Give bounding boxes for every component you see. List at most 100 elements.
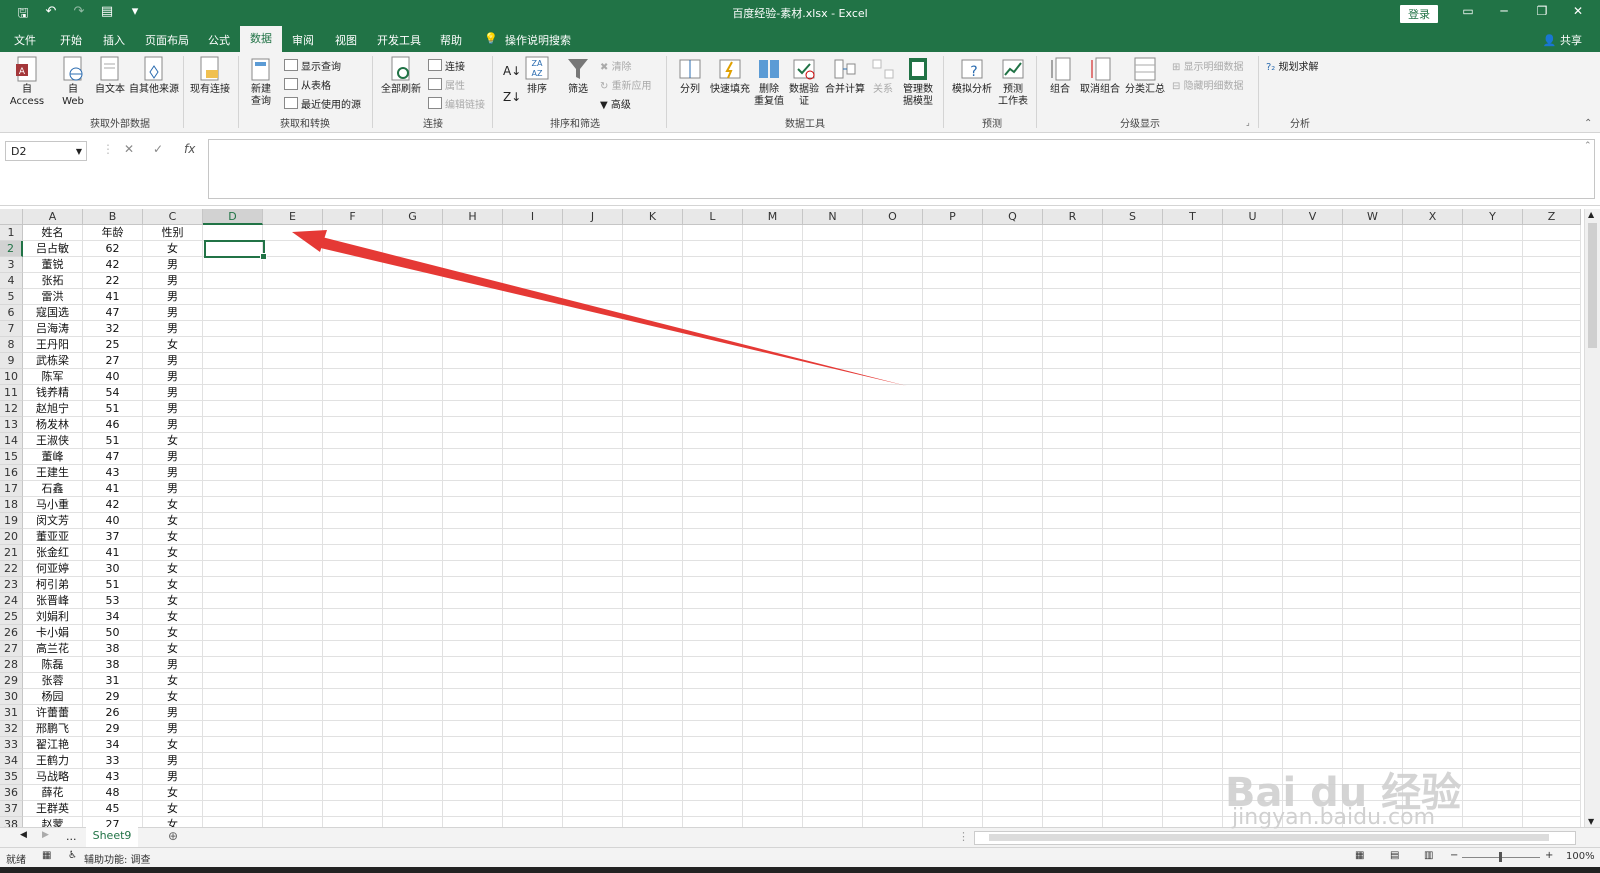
cell-f37[interactable] bbox=[323, 801, 383, 817]
cell-z27[interactable] bbox=[1523, 641, 1581, 657]
cell-p5[interactable] bbox=[923, 289, 983, 305]
cell-a17[interactable]: 石鑫 bbox=[23, 481, 83, 497]
cell-v8[interactable] bbox=[1283, 337, 1343, 353]
cell-v1[interactable] bbox=[1283, 225, 1343, 241]
cell-s22[interactable] bbox=[1103, 561, 1163, 577]
cell-g16[interactable] bbox=[383, 465, 443, 481]
cell-k24[interactable] bbox=[623, 593, 683, 609]
cell-s2[interactable] bbox=[1103, 241, 1163, 257]
cell-d29[interactable] bbox=[203, 673, 263, 689]
cell-o37[interactable] bbox=[863, 801, 923, 817]
text-to-columns-button[interactable]: 分列 bbox=[676, 56, 704, 96]
cell-d25[interactable] bbox=[203, 609, 263, 625]
cell-z11[interactable] bbox=[1523, 385, 1581, 401]
cell-v31[interactable] bbox=[1283, 705, 1343, 721]
cell-p17[interactable] bbox=[923, 481, 983, 497]
cell-s5[interactable] bbox=[1103, 289, 1163, 305]
cell-z9[interactable] bbox=[1523, 353, 1581, 369]
cell-o35[interactable] bbox=[863, 769, 923, 785]
cell-u28[interactable] bbox=[1223, 657, 1283, 673]
cell-m5[interactable] bbox=[743, 289, 803, 305]
cell-i4[interactable] bbox=[503, 273, 563, 289]
cell-z14[interactable] bbox=[1523, 433, 1581, 449]
cell-n29[interactable] bbox=[803, 673, 863, 689]
cell-a24[interactable]: 张晋峰 bbox=[23, 593, 83, 609]
formula-input[interactable] bbox=[208, 139, 1595, 199]
cell-k3[interactable] bbox=[623, 257, 683, 273]
cell-z37[interactable] bbox=[1523, 801, 1581, 817]
cell-a19[interactable]: 闵文芳 bbox=[23, 513, 83, 529]
cell-s12[interactable] bbox=[1103, 401, 1163, 417]
cell-j3[interactable] bbox=[563, 257, 623, 273]
horizontal-scrollbar[interactable] bbox=[974, 831, 1576, 845]
cell-c18[interactable]: 女 bbox=[143, 497, 203, 513]
cell-p36[interactable] bbox=[923, 785, 983, 801]
cell-i35[interactable] bbox=[503, 769, 563, 785]
cell-c11[interactable]: 男 bbox=[143, 385, 203, 401]
page-break-view-icon[interactable]: ▥ bbox=[1424, 850, 1433, 861]
share-button[interactable]: 👤 共享 bbox=[1543, 32, 1582, 48]
cell-t10[interactable] bbox=[1163, 369, 1223, 385]
cell-g34[interactable] bbox=[383, 753, 443, 769]
cell-m6[interactable] bbox=[743, 305, 803, 321]
column-header-q[interactable]: Q bbox=[983, 209, 1043, 225]
cell-b12[interactable]: 51 bbox=[83, 401, 143, 417]
scroll-down-icon[interactable]: ▼ bbox=[1588, 817, 1594, 826]
cell-x16[interactable] bbox=[1403, 465, 1463, 481]
cell-z13[interactable] bbox=[1523, 417, 1581, 433]
cell-r37[interactable] bbox=[1043, 801, 1103, 817]
cell-j15[interactable] bbox=[563, 449, 623, 465]
cell-m14[interactable] bbox=[743, 433, 803, 449]
cell-z1[interactable] bbox=[1523, 225, 1581, 241]
cell-y20[interactable] bbox=[1463, 529, 1523, 545]
row-header[interactable]: 13 bbox=[0, 417, 23, 433]
cell-n2[interactable] bbox=[803, 241, 863, 257]
cell-m24[interactable] bbox=[743, 593, 803, 609]
cell-u1[interactable] bbox=[1223, 225, 1283, 241]
zoom-slider-handle[interactable] bbox=[1499, 852, 1502, 862]
cell-u2[interactable] bbox=[1223, 241, 1283, 257]
cell-m13[interactable] bbox=[743, 417, 803, 433]
cell-q31[interactable] bbox=[983, 705, 1043, 721]
cell-x18[interactable] bbox=[1403, 497, 1463, 513]
enter-icon[interactable]: ✓ bbox=[153, 142, 163, 156]
cell-c25[interactable]: 女 bbox=[143, 609, 203, 625]
cell-l8[interactable] bbox=[683, 337, 743, 353]
cell-x15[interactable] bbox=[1403, 449, 1463, 465]
cell-f6[interactable] bbox=[323, 305, 383, 321]
cell-f13[interactable] bbox=[323, 417, 383, 433]
from-web-button[interactable]: 自 Web bbox=[60, 56, 86, 108]
cell-t7[interactable] bbox=[1163, 321, 1223, 337]
cell-t32[interactable] bbox=[1163, 721, 1223, 737]
cell-k31[interactable] bbox=[623, 705, 683, 721]
cell-t18[interactable] bbox=[1163, 497, 1223, 513]
cell-f30[interactable] bbox=[323, 689, 383, 705]
cell-a10[interactable]: 陈军 bbox=[23, 369, 83, 385]
cell-a7[interactable]: 吕海涛 bbox=[23, 321, 83, 337]
collapse-ribbon-icon[interactable]: ⌃ bbox=[1584, 118, 1592, 129]
tab-developer[interactable]: 开发工具 bbox=[377, 32, 421, 48]
cell-a25[interactable]: 刘娟利 bbox=[23, 609, 83, 625]
cell-e31[interactable] bbox=[263, 705, 323, 721]
cell-u6[interactable] bbox=[1223, 305, 1283, 321]
cell-u29[interactable] bbox=[1223, 673, 1283, 689]
cell-i21[interactable] bbox=[503, 545, 563, 561]
cell-o12[interactable] bbox=[863, 401, 923, 417]
row-header[interactable]: 5 bbox=[0, 289, 23, 305]
cell-w26[interactable] bbox=[1343, 625, 1403, 641]
row-header[interactable]: 25 bbox=[0, 609, 23, 625]
cell-r7[interactable] bbox=[1043, 321, 1103, 337]
cell-h34[interactable] bbox=[443, 753, 503, 769]
cell-o33[interactable] bbox=[863, 737, 923, 753]
cell-e20[interactable] bbox=[263, 529, 323, 545]
row-header[interactable]: 32 bbox=[0, 721, 23, 737]
cell-k16[interactable] bbox=[623, 465, 683, 481]
cell-w10[interactable] bbox=[1343, 369, 1403, 385]
cell-h28[interactable] bbox=[443, 657, 503, 673]
cell-j1[interactable] bbox=[563, 225, 623, 241]
cell-a32[interactable]: 邢鹏飞 bbox=[23, 721, 83, 737]
cell-b11[interactable]: 54 bbox=[83, 385, 143, 401]
cell-k21[interactable] bbox=[623, 545, 683, 561]
cell-u8[interactable] bbox=[1223, 337, 1283, 353]
cell-q14[interactable] bbox=[983, 433, 1043, 449]
